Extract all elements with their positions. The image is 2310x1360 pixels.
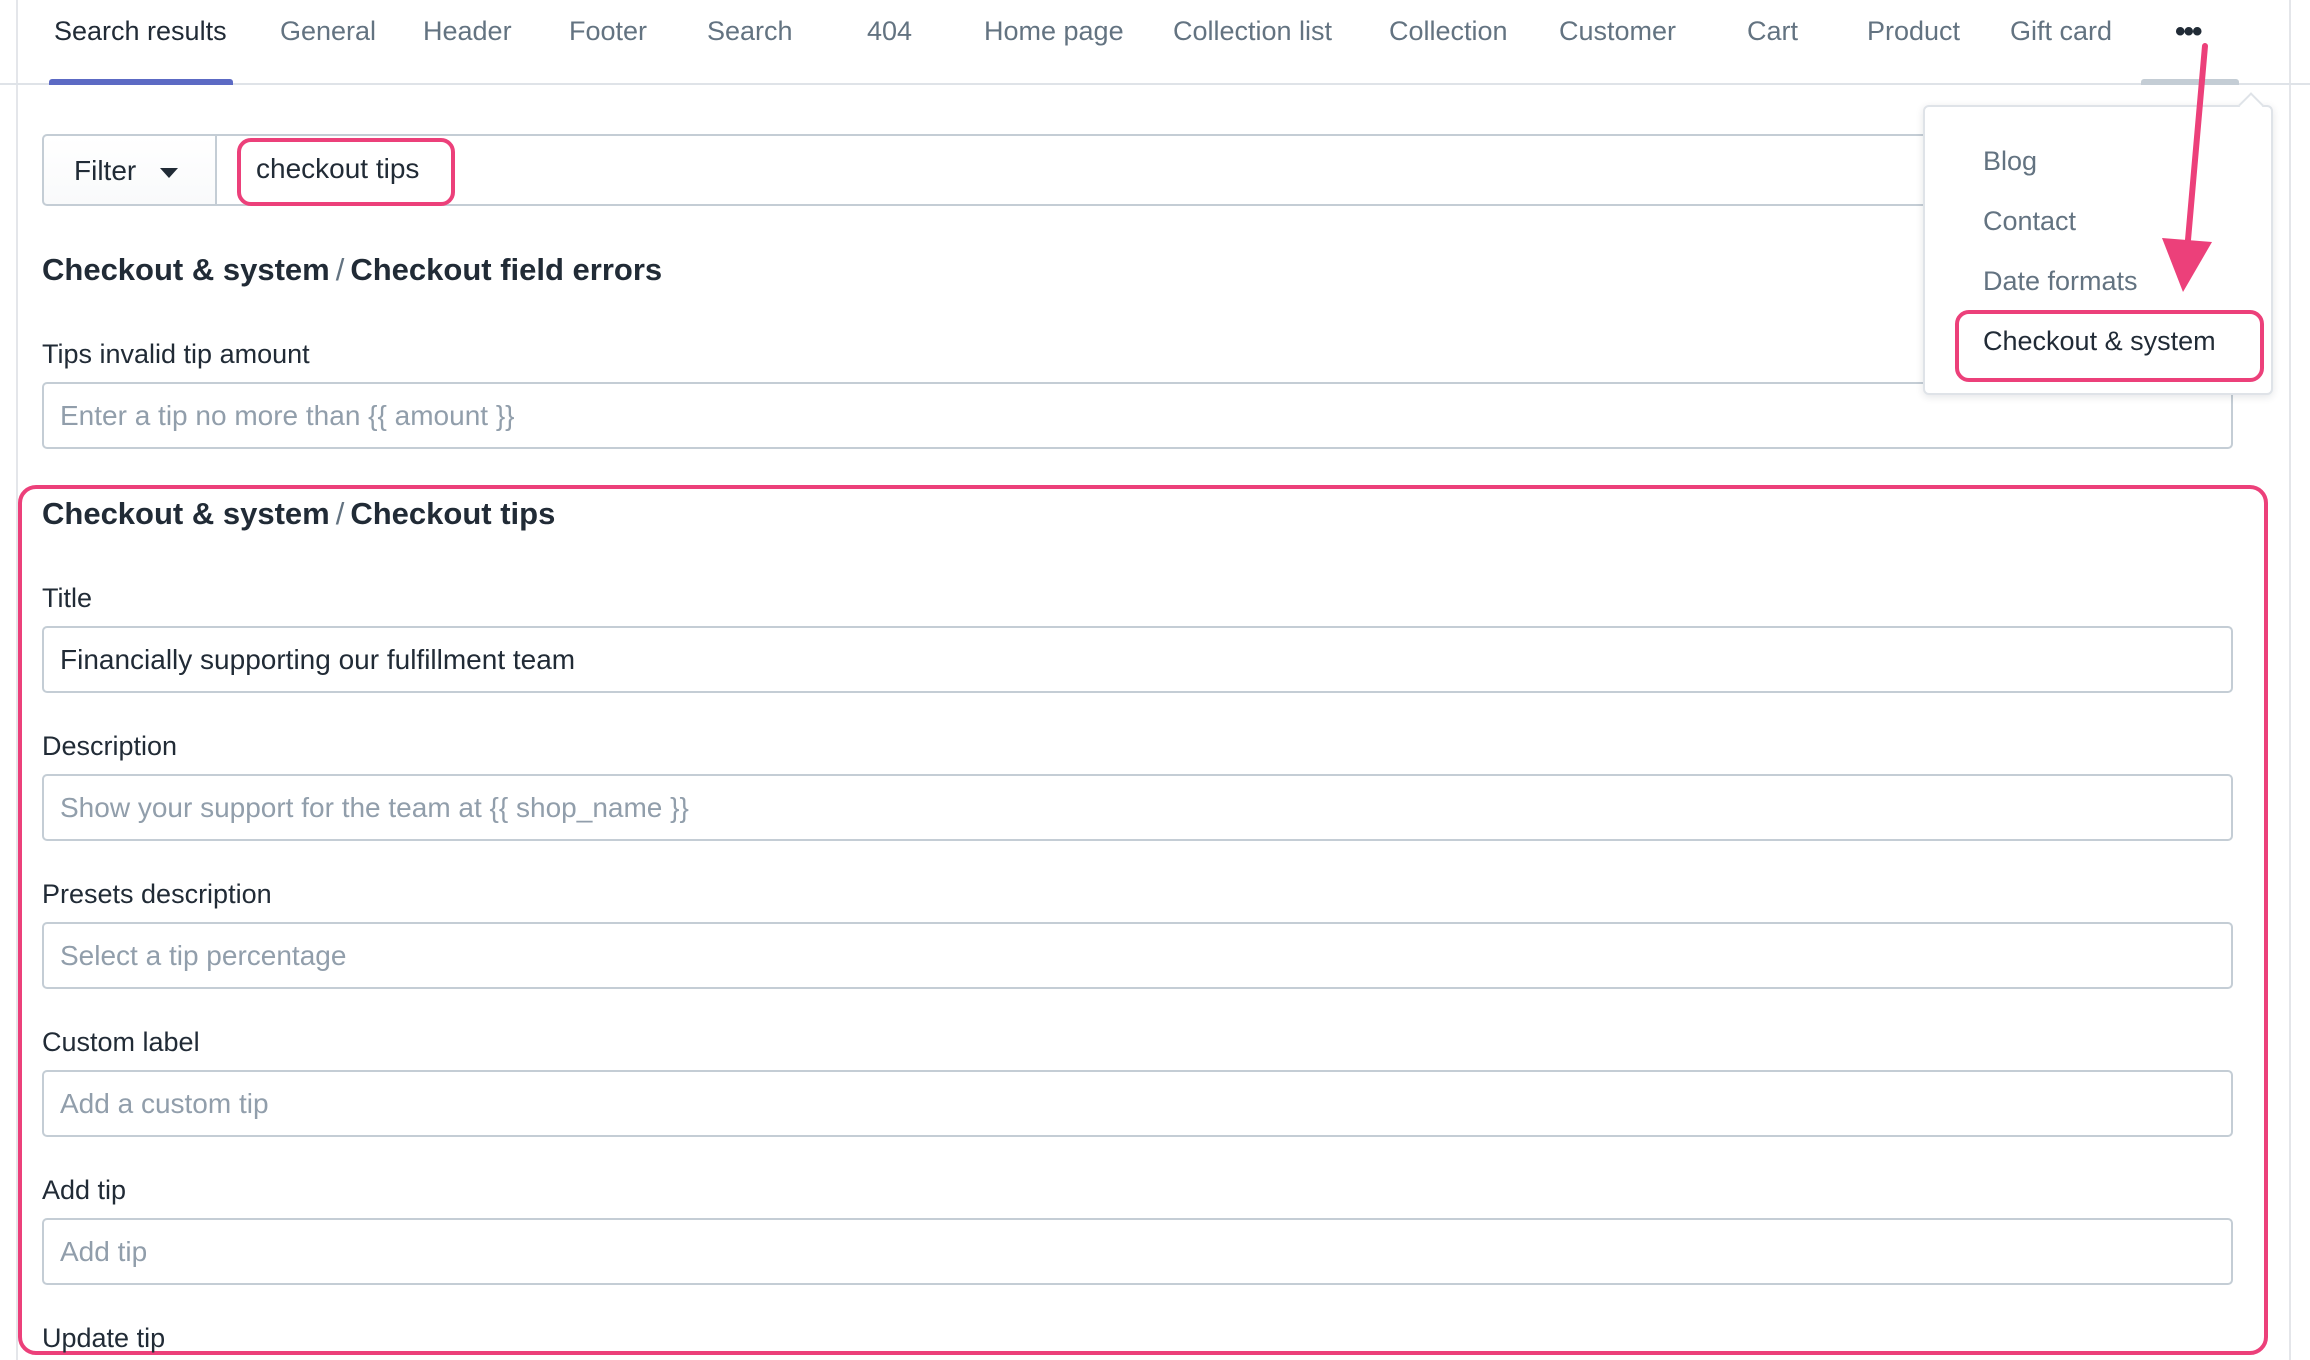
more-horizontal-icon: ••• [2175,15,2202,48]
custom-label-field[interactable] [42,1070,2233,1137]
tab-customer[interactable]: Customer [1559,0,1676,85]
filter-button[interactable]: Filter [42,134,217,206]
tips-invalid-tip-amount-field[interactable] [42,382,2233,449]
tab-general[interactable]: General [280,0,376,85]
tab-gift-card[interactable]: Gift card [2010,0,2112,85]
description-field[interactable] [42,774,2233,841]
section-group: Checkout & system [42,496,330,531]
section-name: Checkout field errors [350,252,663,287]
section-separator: / [335,496,345,531]
field-label-custom-label: Custom label [42,1027,200,1057]
tab-product[interactable]: Product [1867,0,1960,85]
tab-cart[interactable]: Cart [1747,0,1798,85]
caret-down-icon [160,168,178,178]
tab-search-results[interactable]: Search results [49,0,233,85]
search-value: checkout tips [256,153,420,184]
field-label-title: Title [42,583,93,613]
more-tabs-button[interactable]: ••• [2141,0,2239,85]
tab-collection[interactable]: Collection [1389,0,1508,85]
section-separator: / [335,252,345,287]
title-field[interactable] [42,626,2233,693]
section-name: Checkout tips [350,496,556,531]
tab-search[interactable]: Search [707,0,793,85]
menu-item-checkout-system[interactable]: Checkout & system [1983,326,2216,357]
menu-item-date-formats[interactable]: Date formats [1983,266,2138,297]
tab-collection-list[interactable]: Collection list [1173,0,1332,85]
field-label-update-tip: Update tip [42,1323,166,1353]
field-label-description: Description [42,731,178,761]
field-label-add-tip: Add tip [42,1175,127,1205]
tab-bar: Search results General Header Footer Sea… [0,0,2310,85]
menu-item-blog[interactable]: Blog [1983,146,2037,177]
field-label-presets-description: Presets description [42,879,272,909]
presets-description-field[interactable] [42,922,2233,989]
tab-footer[interactable]: Footer [569,0,647,85]
field-label-tips-invalid-tip-amount: Tips invalid tip amount [42,339,310,369]
tab-header[interactable]: Header [423,0,512,85]
tab-home-page[interactable]: Home page [984,0,1124,85]
tab-404[interactable]: 404 [867,0,912,85]
filter-label: Filter [74,155,137,186]
menu-item-contact[interactable]: Contact [1983,206,2076,237]
section-group: Checkout & system [42,252,330,287]
add-tip-field[interactable] [42,1218,2233,1285]
section-title-checkout-field-errors: Checkout & system / Checkout field errors [42,252,662,288]
section-title-checkout-tips: Checkout & system / Checkout tips [42,496,555,532]
